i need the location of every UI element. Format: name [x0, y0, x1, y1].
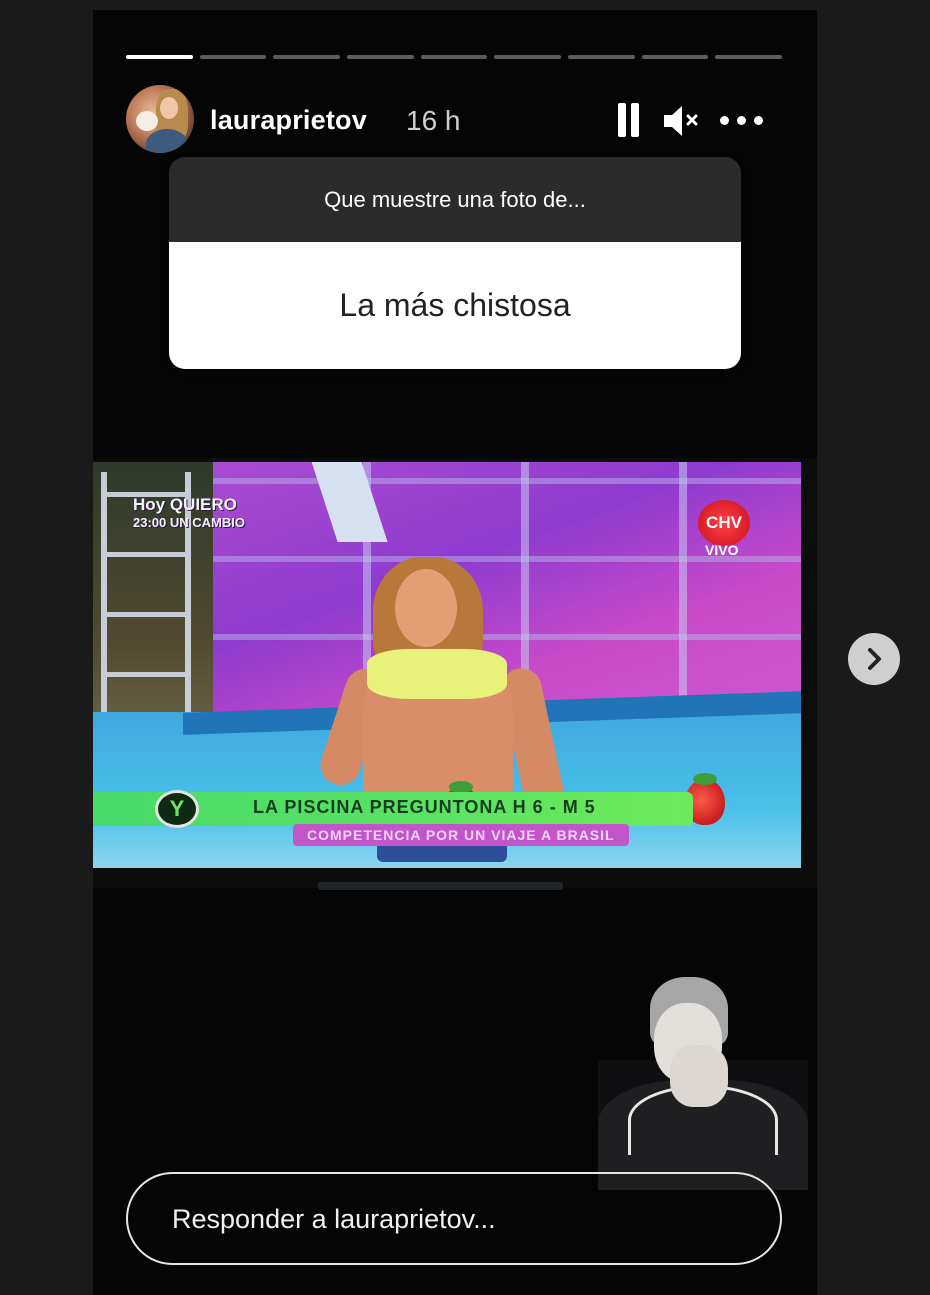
mute-icon[interactable] — [662, 103, 702, 139]
progress-segment — [494, 55, 562, 59]
progress-segment — [568, 55, 635, 59]
reaction-sticker — [598, 975, 808, 1190]
tv-photo: Hoy QUIERO 23:00 UN CAMBIO CHV VIVO LA P… — [93, 462, 801, 868]
more-icon[interactable] — [720, 116, 764, 126]
progress-segment — [641, 55, 709, 59]
progress-segment — [347, 55, 414, 59]
story-progress-bar — [126, 55, 783, 59]
progress-segment — [273, 55, 341, 59]
program-logo: Hoy QUIERO 23:00 UN CAMBIO — [133, 495, 245, 531]
ticker-title: LA PISCINA PREGUNTONA H 6 - M 5 — [253, 797, 596, 817]
tv-base — [318, 882, 563, 890]
progress-segment — [420, 55, 488, 59]
username[interactable]: lauraprietov — [210, 105, 367, 136]
live-label: VIVO — [705, 542, 739, 558]
ticker-subtitle: COMPETENCIA POR UN VIAJE A BRASIL — [293, 824, 629, 846]
pause-icon[interactable] — [616, 103, 640, 137]
avatar[interactable] — [126, 85, 194, 153]
question-sticker: Que muestre una foto de... La más chisto… — [169, 157, 741, 369]
story-viewer: lauraprietov 16 h Que muestre una foto d… — [93, 10, 817, 1295]
question-prompt: Que muestre una foto de... — [169, 157, 741, 242]
reply-input[interactable]: Responder a lauraprietov... — [126, 1172, 782, 1265]
progress-segment — [715, 55, 783, 59]
story-header: lauraprietov 16 h — [126, 85, 776, 155]
reply-placeholder: Responder a lauraprietov... — [172, 1204, 496, 1234]
chevron-right-icon — [868, 648, 881, 670]
progress-segment — [199, 55, 267, 59]
timestamp: 16 h — [406, 105, 461, 136]
progress-segment — [126, 55, 193, 59]
channel-logo: CHV — [698, 500, 750, 546]
ticker-logo-icon: Y — [155, 790, 199, 828]
next-story-button[interactable] — [848, 633, 900, 685]
question-answer: La más chistosa — [169, 242, 741, 369]
